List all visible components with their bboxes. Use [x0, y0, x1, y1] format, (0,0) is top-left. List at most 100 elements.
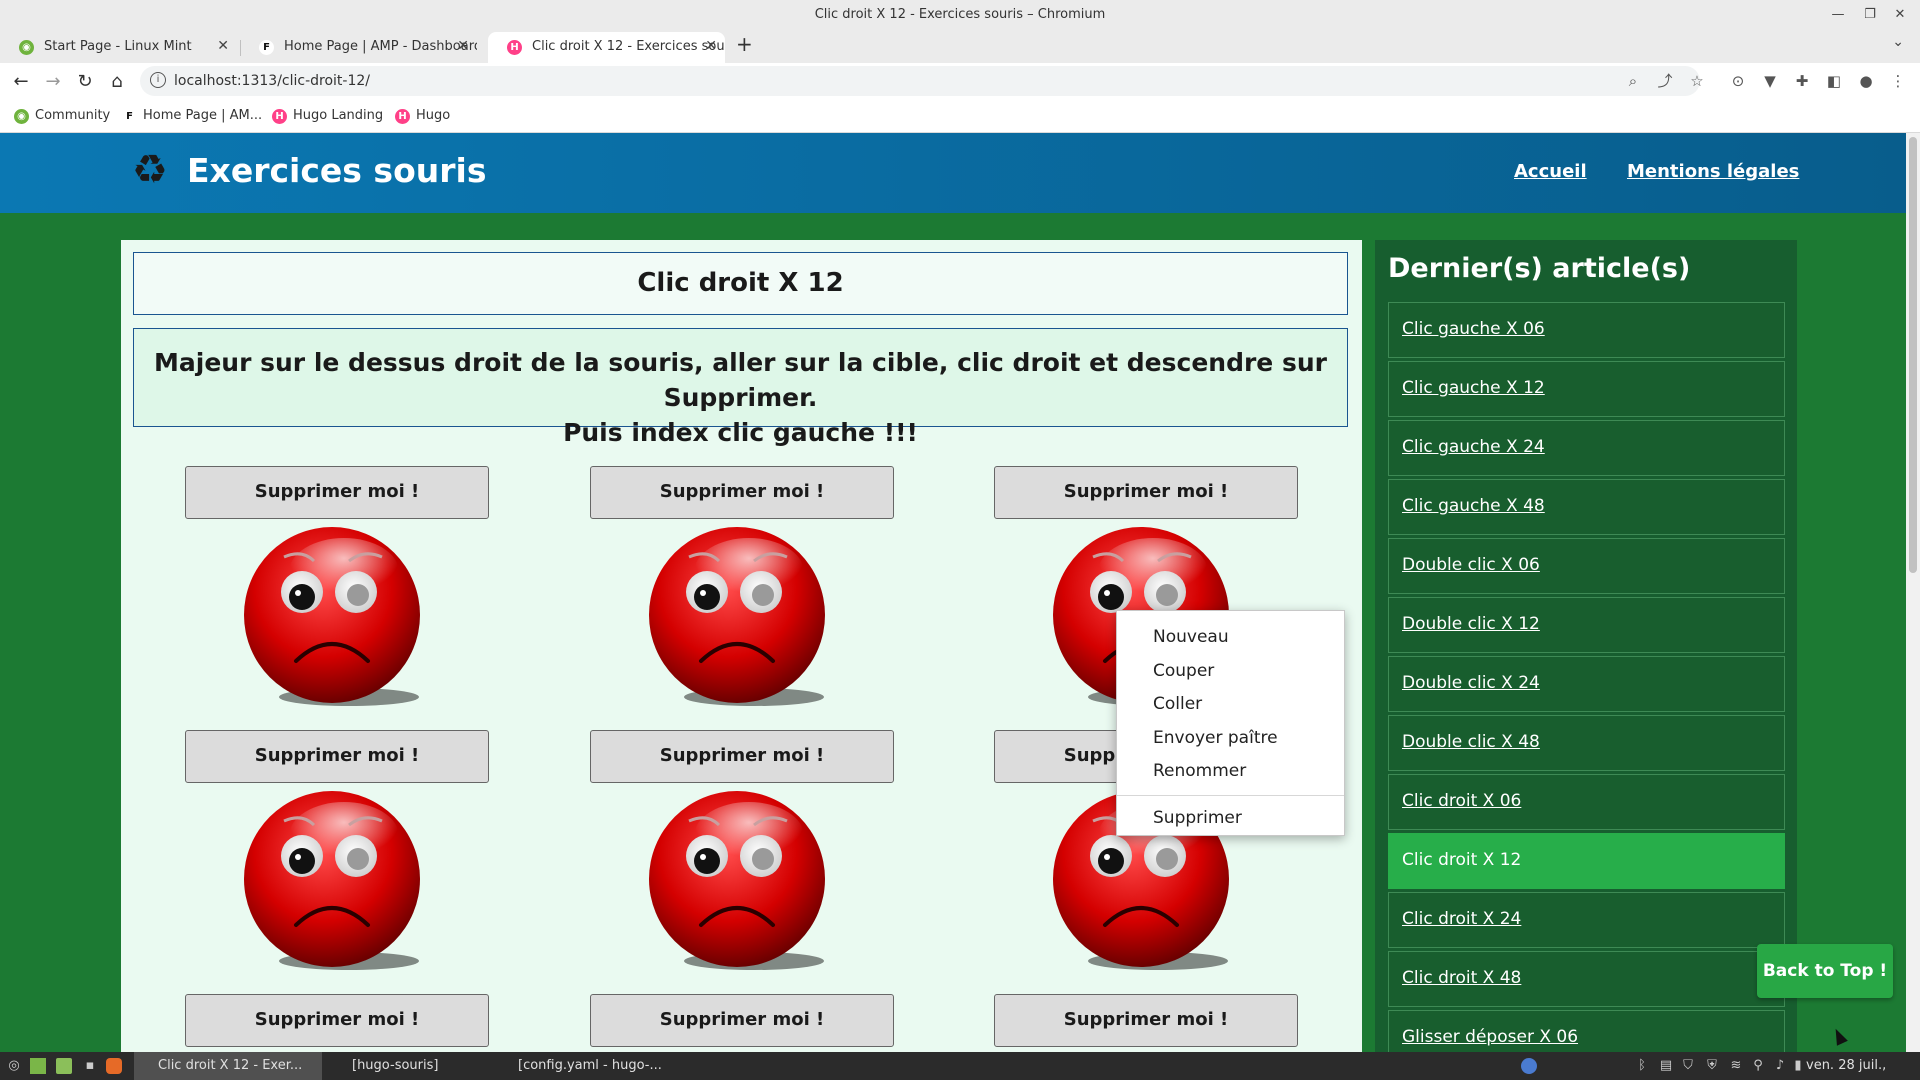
- ctx-separator: [1117, 794, 1344, 796]
- site-info-icon[interactable]: i: [150, 72, 166, 88]
- nav-mentions-legales[interactable]: Mentions légales: [1627, 161, 1799, 182]
- site-title[interactable]: Exercices souris: [187, 151, 486, 190]
- page-title: Clic droit X 12: [133, 252, 1348, 315]
- sidebar-article[interactable]: Double clic X 48: [1388, 715, 1785, 771]
- sad-face-icon[interactable]: [244, 791, 429, 981]
- sidebar-article[interactable]: Glisser déposer X 06: [1388, 1010, 1785, 1052]
- bookmarks-bar: ◉ Community F Home Page | AM... H Hugo L…: [0, 100, 1920, 133]
- shield-icon[interactable]: ⛨: [1704, 1058, 1720, 1074]
- menu-icon[interactable]: ⋮: [1888, 71, 1908, 91]
- bookmark-hugo[interactable]: H Hugo: [395, 108, 450, 124]
- delete-button[interactable]: Supprimer moi !: [185, 994, 489, 1047]
- ctx-item-supprimer[interactable]: Supprimer: [1117, 802, 1344, 836]
- back-to-top-button[interactable]: Back to Top !: [1757, 944, 1893, 998]
- instruction-line-2: Puis index clic gauche !!!: [563, 418, 918, 447]
- sad-face-icon[interactable]: [649, 791, 834, 981]
- sad-face-icon[interactable]: [649, 527, 834, 717]
- minimize-icon[interactable]: —: [1827, 4, 1849, 26]
- bookmark-star-icon[interactable]: ☆: [1687, 71, 1707, 91]
- delete-button[interactable]: Supprimer moi !: [185, 466, 489, 519]
- ctx-item-couper[interactable]: Couper: [1117, 655, 1344, 689]
- sidebar-article[interactable]: Double clic X 12: [1388, 597, 1785, 653]
- new-tab-icon[interactable]: +: [736, 32, 753, 56]
- delete-button[interactable]: Supprimer moi !: [185, 730, 489, 783]
- bookmark-hugo-landing[interactable]: H Hugo Landing: [272, 108, 383, 124]
- tab-start-page[interactable]: ◉ Start Page - Linux Mint ✕: [0, 32, 237, 63]
- ctx-item-envoyer-paitre[interactable]: Envoyer paître: [1117, 722, 1344, 756]
- close-tab-icon[interactable]: ✕: [705, 38, 717, 54]
- terminal-icon[interactable]: ▪: [82, 1058, 98, 1074]
- bookmark-amp[interactable]: F Home Page | AM...: [122, 108, 262, 123]
- sidebar-article-current[interactable]: Clic droit X 12: [1388, 833, 1785, 889]
- taskbar-label: [hugo-souris]: [352, 1058, 439, 1073]
- ctx-item-coller[interactable]: Coller: [1117, 688, 1344, 722]
- wifi-icon[interactable]: ≋: [1728, 1058, 1744, 1074]
- filter-extension-icon[interactable]: ▼: [1760, 71, 1780, 91]
- taskbar-hugo-souris[interactable]: [hugo-souris]: [326, 1052, 486, 1080]
- delete-button[interactable]: Supprimer moi !: [994, 466, 1298, 519]
- tab-search-icon[interactable]: ⌄: [1892, 34, 1904, 50]
- f-icon: F: [126, 111, 133, 122]
- mint-icon: ◉: [19, 40, 34, 55]
- scrollbar-thumb[interactable]: [1909, 137, 1917, 573]
- firefox-icon[interactable]: [106, 1058, 122, 1074]
- back-icon[interactable]: ←: [8, 69, 34, 95]
- nav-accueil[interactable]: Accueil: [1514, 161, 1587, 182]
- sidebar-article[interactable]: Double clic X 06: [1388, 538, 1785, 594]
- sidebar-article[interactable]: Clic droit X 48: [1388, 951, 1785, 1007]
- close-tab-icon[interactable]: ✕: [457, 38, 469, 54]
- page-viewport: ♻ Exercices souris Accueil Mentions léga…: [0, 133, 1920, 1052]
- f-icon: F: [259, 40, 274, 55]
- close-window-icon[interactable]: ✕: [1889, 4, 1911, 26]
- show-desktop-icon[interactable]: [30, 1058, 46, 1074]
- delete-button[interactable]: Supprimer moi !: [994, 994, 1298, 1047]
- close-tab-icon[interactable]: ✕: [217, 38, 229, 54]
- bluetooth-icon[interactable]: ᛒ: [1634, 1058, 1650, 1074]
- sidebar-article[interactable]: Double clic X 24: [1388, 656, 1785, 712]
- battery-icon[interactable]: ▮: [1790, 1058, 1806, 1074]
- files-icon[interactable]: [56, 1058, 72, 1074]
- tab-strip: ◉ Start Page - Linux Mint ✕ F Home Page …: [0, 30, 1920, 63]
- taskbar-vscode[interactable]: [config.yaml - hugo-...: [492, 1052, 692, 1080]
- clipboard-icon[interactable]: ▤: [1658, 1058, 1674, 1074]
- recycle-icon[interactable]: ♻: [132, 150, 168, 190]
- forward-icon[interactable]: →: [40, 69, 66, 95]
- tab-amp-dashboard[interactable]: F Home Page | AMP - Dashboard ✕: [240, 32, 477, 63]
- zoom-icon[interactable]: ⌕: [1623, 71, 1643, 91]
- home-icon[interactable]: ⌂: [104, 69, 130, 95]
- updates-icon[interactable]: ⛉: [1680, 1058, 1696, 1074]
- bookmark-community[interactable]: ◉ Community: [14, 108, 110, 124]
- side-panel-icon[interactable]: ◧: [1824, 71, 1844, 91]
- clock[interactable]: ven. 28 juil., 16:02: [1806, 1052, 1920, 1080]
- hugo-icon: H: [507, 40, 522, 55]
- ctx-item-renommer[interactable]: Renommer: [1117, 755, 1344, 789]
- share-icon[interactable]: ⤴: [1655, 71, 1675, 91]
- delete-button[interactable]: Supprimer moi !: [590, 466, 894, 519]
- sidebar-article[interactable]: Clic gauche X 24: [1388, 420, 1785, 476]
- location-icon[interactable]: ⚲: [1750, 1058, 1766, 1074]
- sad-face-icon[interactable]: [244, 527, 429, 717]
- profile-icon[interactable]: ●: [1856, 71, 1876, 91]
- delete-button[interactable]: Supprimer moi !: [590, 730, 894, 783]
- sidebar-article[interactable]: Clic droit X 24: [1388, 892, 1785, 948]
- taskbar: ◎ ▪ Clic droit X 12 - Exer... [hugo-sour…: [0, 1052, 1920, 1080]
- maximize-icon[interactable]: ❐: [1859, 4, 1881, 26]
- context-menu: Nouveau Couper Coller Envoyer paître Ren…: [1116, 610, 1345, 836]
- sidebar-article[interactable]: Clic gauche X 06: [1388, 302, 1785, 358]
- scrollbar[interactable]: [1906, 133, 1920, 1052]
- puzzle-icon[interactable]: ✚: [1792, 71, 1812, 91]
- ctx-item-nouveau[interactable]: Nouveau: [1117, 621, 1344, 655]
- extension-icon[interactable]: ⊙: [1728, 71, 1748, 91]
- reload-icon[interactable]: ↻: [72, 69, 98, 95]
- volume-icon[interactable]: ♪: [1772, 1058, 1788, 1074]
- tab-clic-droit[interactable]: H Clic droit X 12 - Exercices souris ✕: [488, 32, 725, 63]
- address-bar[interactable]: i localhost:1313/clic-droit-12/: [140, 66, 1700, 96]
- sidebar-article[interactable]: Clic gauche X 12: [1388, 361, 1785, 417]
- taskbar-chromium[interactable]: Clic droit X 12 - Exer...: [134, 1052, 322, 1080]
- delete-button[interactable]: Supprimer moi !: [590, 994, 894, 1047]
- sidebar-article[interactable]: Clic gauche X 48: [1388, 479, 1785, 535]
- chromium-tray-icon[interactable]: [1521, 1058, 1537, 1074]
- sidebar-article[interactable]: Clic droit X 06: [1388, 774, 1785, 830]
- mint-menu-icon[interactable]: ◎: [6, 1058, 22, 1074]
- site-header: ♻ Exercices souris Accueil Mentions léga…: [0, 133, 1906, 213]
